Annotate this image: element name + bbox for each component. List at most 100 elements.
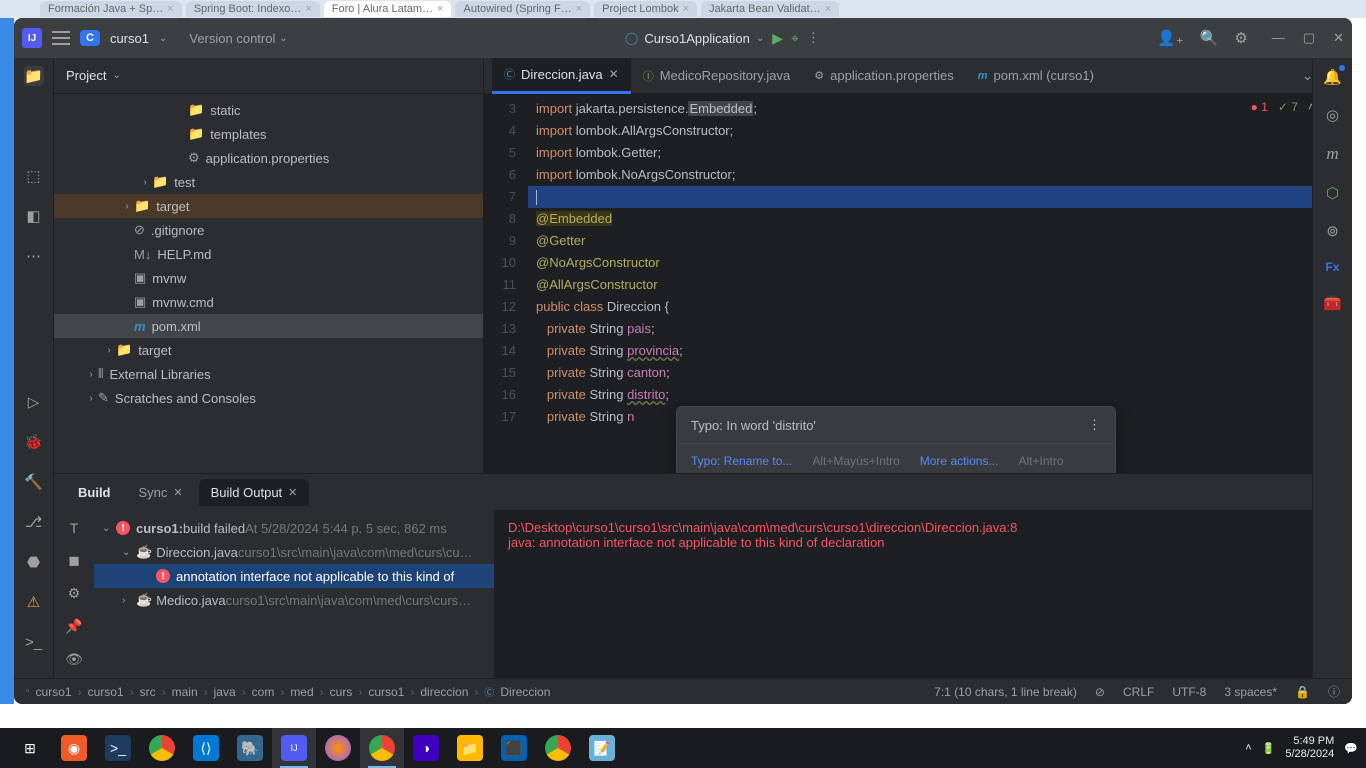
text-icon[interactable]: T [70,520,79,536]
build-tool-icon[interactable]: 🔨 [24,472,44,492]
breadcrumb-item[interactable]: direccion [420,685,468,699]
taskbar-app[interactable]: >_ [96,728,140,768]
hint-more-actions[interactable]: More actions... [920,454,999,468]
beans-icon[interactable]: ⬡ [1326,184,1339,202]
editor-tab[interactable]: ⒾMedicoRepository.java [631,58,803,94]
more-actions-icon[interactable]: ⋮ [807,30,820,46]
settings-icon[interactable]: ⚙ [1234,29,1247,47]
chevron-down-icon[interactable]: ⌄ [159,33,167,44]
project-panel-header[interactable]: Project ⌄ [54,58,483,94]
indent-setting[interactable]: 3 spaces* [1224,685,1277,699]
run-tool-icon[interactable]: ▷ [24,392,44,412]
debug-button[interactable]: ⌖ [791,30,799,47]
line-separator[interactable]: CRLF [1123,685,1154,699]
sync-tab[interactable]: Sync✕ [127,479,195,506]
build-tree-item[interactable]: !annotation interface not applicable to … [94,564,494,588]
browser-tab[interactable]: Formación Java + Sp…× [40,1,182,17]
tree-item[interactable]: 📁static [54,98,483,122]
browser-tab[interactable]: Spring Boot: Indexo…× [186,1,320,17]
tray-chevron-icon[interactable]: ˄ [1245,742,1251,754]
notifications-icon[interactable]: 🔔 [1323,68,1342,86]
caret-position[interactable]: 7:1 (10 chars, 1 line break) [934,685,1077,699]
problems-tool-icon[interactable]: ⚠ [24,592,44,612]
chrome-icon[interactable] [360,728,404,768]
browser-tab[interactable]: Project Lombok× [594,1,697,17]
system-clock[interactable]: 5:49 PM 5/28/2024 [1285,735,1334,761]
chrome-icon[interactable] [536,728,580,768]
code-editor[interactable]: 34567891011121314151617 import jakarta.p… [484,94,1352,473]
services-tool-icon[interactable]: ⬣ [24,552,44,572]
info-icon[interactable]: ⓘ [1328,683,1340,700]
tree-item[interactable]: ▣mvnw.cmd [54,290,483,314]
hint-rename-action[interactable]: Typo: Rename to... [691,454,792,468]
stop-icon[interactable]: ◼ [68,552,80,569]
tree-item[interactable]: mpom.xml [54,314,483,338]
view-icon[interactable]: 👁 [65,651,83,668]
tree-item[interactable]: 📁templates [54,122,483,146]
structure-tool-icon[interactable]: ⬚ [24,166,44,186]
code-with-me-icon[interactable]: 👤₊ [1157,29,1184,47]
project-tool-icon[interactable]: 📁 [24,66,44,86]
readonly-icon[interactable]: ⊘ [1095,685,1105,699]
minimize-button[interactable]: — [1272,30,1285,46]
endpoints-icon[interactable]: 🧰 [1323,294,1342,312]
readonly-lock-icon[interactable]: 🔒 [1295,685,1310,699]
insomnia-icon[interactable]: ◑ [404,728,448,768]
breadcrumb-item[interactable]: src [140,685,156,699]
taskbar-app[interactable]: ⬛ [492,728,536,768]
breadcrumb-item[interactable]: com [252,685,275,699]
main-menu-icon[interactable] [52,31,70,45]
close-icon[interactable]: ✕ [288,486,297,499]
breadcrumb-item[interactable]: curso1 [36,685,72,699]
maximize-button[interactable]: ▢ [1303,30,1315,46]
file-encoding[interactable]: UTF-8 [1172,685,1206,699]
error-count[interactable]: ● 1 [1251,100,1268,114]
breadcrumb-item[interactable]: med [290,685,313,699]
vscode-icon[interactable]: ⟨⟩ [184,728,228,768]
git-tool-icon[interactable]: ⎇ [24,512,44,532]
notification-center-icon[interactable]: 💬 [1344,742,1358,755]
intention-hint-popup[interactable]: Typo: In word 'distrito' ⋮ Typo: Rename … [676,406,1116,473]
debug-tool-icon[interactable]: 🐞 [24,432,44,452]
intellij-taskbar-icon[interactable]: IJ [272,728,316,768]
pin-icon[interactable]: 📌 [65,618,82,635]
version-control-menu[interactable]: Version control ⌄ [189,31,287,46]
project-name[interactable]: curso1 [110,31,149,46]
tree-item[interactable]: ›📁target [54,194,483,218]
project-tree[interactable]: 📁static📁templates⚙application.properties… [54,94,483,473]
search-icon[interactable]: 🔍 [1200,29,1219,47]
breadcrumb-item[interactable]: curso1 [368,685,404,699]
browser-tab[interactable]: Jakarta Bean Validat…× [701,1,839,17]
build-tab[interactable]: Build [66,479,123,506]
close-icon[interactable]: ✕ [173,486,182,499]
tree-item[interactable]: ›✎Scratches and Consoles [54,386,483,410]
browser-tab[interactable]: Autowired (Spring F…× [455,1,590,17]
more-tool-icon[interactable]: ⋯ [24,246,44,266]
tree-item[interactable]: ›📁test [54,170,483,194]
postgres-icon[interactable]: 🐘 [228,728,272,768]
build-output[interactable]: D:\Desktop\curso1\curso1\src\main\java\c… [494,510,1352,678]
tree-item[interactable]: ›📁target [54,338,483,362]
tray-battery-icon[interactable]: 🔋 [1262,742,1276,755]
warning-count[interactable]: ✓ 7 [1278,100,1298,114]
database-icon[interactable]: ⊚ [1326,222,1339,240]
run-button[interactable]: ▶ [772,30,783,47]
tree-item[interactable]: ⊘.gitignore [54,218,483,242]
editor-tab[interactable]: mpom.xml (curso1) [966,58,1106,94]
tree-item[interactable]: M↓HELP.md [54,242,483,266]
breadcrumb-item[interactable]: main [172,685,198,699]
tree-item[interactable]: ▣mvnw [54,266,483,290]
firefox-icon[interactable] [316,728,360,768]
bookmarks-tool-icon[interactable]: ◧ [24,206,44,226]
build-tree-item[interactable]: ⌄!curso1: build failed At 5/28/2024 5:44… [94,516,494,540]
close-button[interactable]: ✕ [1333,30,1344,46]
fx-icon[interactable]: Fx [1325,260,1339,274]
ai-assist-icon[interactable]: ◎ [1326,106,1339,124]
chrome-icon[interactable] [140,728,184,768]
breadcrumb-item[interactable]: java [214,685,236,699]
breadcrumb-item[interactable]: curs [330,685,353,699]
tree-item[interactable]: ⚙application.properties [54,146,483,170]
build-tree[interactable]: ⌄!curso1: build failed At 5/28/2024 5:44… [94,510,494,678]
notepad-icon[interactable]: 📝 [580,728,624,768]
hint-more-icon[interactable]: ⋮ [1088,417,1101,433]
